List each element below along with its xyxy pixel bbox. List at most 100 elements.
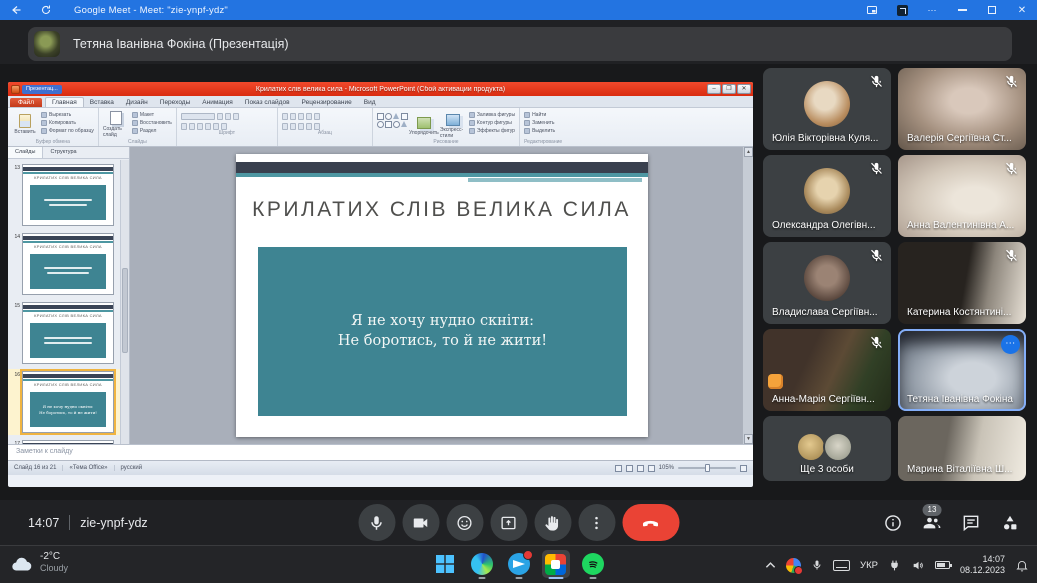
app-window-icon[interactable] xyxy=(887,0,917,20)
slide-thumbnail-14[interactable]: 14 КРИЛАТИХ СЛІВ ВЕЛИКА СИЛА xyxy=(8,231,120,297)
tile-more-button[interactable]: ⋯ xyxy=(1001,335,1020,354)
bullets-button[interactable] xyxy=(282,113,288,120)
tray-clock[interactable]: 14:07 08.12.2023 xyxy=(960,554,1005,576)
taskbar-telegram[interactable] xyxy=(505,550,533,578)
mic-button[interactable] xyxy=(358,504,395,541)
current-slide[interactable]: КРИЛАТИХ СЛІВ ВЕЛИКА СИЛА Я не хочу нудн… xyxy=(236,154,648,437)
reset-button[interactable]: Восстановить xyxy=(132,120,172,126)
camera-button[interactable] xyxy=(402,504,439,541)
reading-view-button[interactable] xyxy=(637,465,644,472)
numbering-button[interactable] xyxy=(290,113,296,120)
taskbar-meet-active[interactable] xyxy=(542,550,570,578)
slide-scrollbar[interactable]: ▲ ▼ xyxy=(742,147,753,444)
tray-plug-icon[interactable] xyxy=(888,559,901,572)
panel-tab-outline[interactable]: Структура xyxy=(43,147,83,158)
copy-button[interactable]: Копировать xyxy=(41,120,94,126)
reactions-button[interactable] xyxy=(446,504,483,541)
layout-button[interactable]: Макет xyxy=(132,112,172,118)
find-button[interactable]: Найти xyxy=(524,112,555,118)
presenter-banner[interactable]: Тетяна Іванівна Фокіна (Презентація) xyxy=(28,27,1012,61)
participant-tile[interactable]: Анна-Марія Сергіївн... xyxy=(763,329,891,411)
close-button[interactable]: ✕ xyxy=(1007,0,1037,20)
browser-menu-button[interactable]: ⋯ xyxy=(917,0,947,20)
replace-button[interactable]: Заменить xyxy=(524,120,555,126)
indent-increase-button[interactable] xyxy=(306,113,312,120)
cut-button[interactable]: Вырезать xyxy=(41,112,94,118)
line-spacing-button[interactable] xyxy=(314,113,320,120)
participant-tile[interactable]: Катерина Костянтині... xyxy=(898,242,1026,324)
ppt-restore-button[interactable]: ❐ xyxy=(722,84,736,94)
shrink-font-icon[interactable] xyxy=(233,113,239,120)
raise-hand-button[interactable] xyxy=(534,504,571,541)
shared-powerpoint-window[interactable]: Презентац... Крилатих слів велика сила -… xyxy=(8,82,753,487)
ppt-close-button[interactable]: ✕ xyxy=(737,84,751,94)
notes-pane[interactable]: Заметки к слайду xyxy=(8,444,753,460)
ppt-minimize-button[interactable]: – xyxy=(707,84,721,94)
indent-decrease-button[interactable] xyxy=(298,113,304,120)
ppt-tab-transitions[interactable]: Переходы xyxy=(154,98,197,107)
back-icon[interactable] xyxy=(10,4,22,16)
minimize-button[interactable] xyxy=(947,0,977,20)
fit-to-window-button[interactable] xyxy=(740,465,747,472)
columns-button[interactable] xyxy=(314,123,320,130)
thumbnails-scrollbar[interactable] xyxy=(120,160,129,444)
ppt-tab-view[interactable]: Вид xyxy=(358,98,382,107)
panel-tab-slides[interactable]: Слайды xyxy=(8,147,43,158)
refresh-icon[interactable] xyxy=(40,4,52,16)
pip-icon[interactable] xyxy=(857,0,887,20)
shape-outline-button[interactable]: Контур фигуры xyxy=(469,120,515,126)
participant-tile[interactable]: Юлія Вікторівна Куля... xyxy=(763,68,891,150)
shapes-gallery[interactable] xyxy=(377,110,408,139)
tray-chevron-icon[interactable] xyxy=(765,561,776,569)
ppt-tab-review[interactable]: Рецензирование xyxy=(296,98,358,107)
ppt-tab-animations[interactable]: Анимация xyxy=(196,98,239,107)
people-button[interactable]: 13 xyxy=(921,512,943,534)
shape-effects-button[interactable]: Эффекты фигур xyxy=(469,128,515,134)
tray-mic-icon[interactable] xyxy=(811,558,823,572)
font-name-control[interactable] xyxy=(181,113,215,120)
shadow-button[interactable] xyxy=(213,123,219,130)
participant-tile-presenter[interactable]: ⋯ Тетяна Іванівна Фокіна xyxy=(898,329,1026,411)
taskbar-edge[interactable] xyxy=(468,550,496,578)
align-left-button[interactable] xyxy=(282,123,288,130)
maximize-button[interactable] xyxy=(977,0,1007,20)
grow-font-icon[interactable] xyxy=(225,113,231,120)
slide-sorter-button[interactable] xyxy=(626,465,633,472)
format-painter-button[interactable]: Формат по образцу xyxy=(41,128,94,134)
underline-button[interactable] xyxy=(197,123,203,130)
slide-thumbnail-16-selected[interactable]: 16 КРИЛАТИХ СЛІВ ВЕЛИКА СИЛАЯ не хочу ну… xyxy=(8,369,120,435)
tray-battery-icon[interactable] xyxy=(935,561,950,569)
font-size-control[interactable] xyxy=(217,113,223,120)
weather-widget[interactable]: -2°C Cloudy xyxy=(10,551,68,574)
quick-styles-button[interactable]: Экспресс-стили xyxy=(440,110,466,139)
ppt-tab-insert[interactable]: Вставка xyxy=(84,98,120,107)
bold-button[interactable] xyxy=(181,123,187,130)
language-indicator[interactable]: УКР xyxy=(860,560,878,571)
align-right-button[interactable] xyxy=(298,123,304,130)
taskbar-spotify[interactable] xyxy=(579,550,607,578)
slide-thumbnail-13[interactable]: 13 КРИЛАТИХ СЛІВ ВЕЛИКА СИЛА xyxy=(8,162,120,228)
end-call-button[interactable] xyxy=(622,504,679,541)
arrange-button[interactable]: Упорядочить xyxy=(411,110,437,139)
normal-view-button[interactable] xyxy=(615,465,622,472)
present-button[interactable] xyxy=(490,504,527,541)
start-button[interactable] xyxy=(431,550,459,578)
ppt-tab-slideshow[interactable]: Показ слайдов xyxy=(239,98,296,107)
slide-editor-area[interactable]: КРИЛАТИХ СЛІВ ВЕЛИКА СИЛА Я не хочу нудн… xyxy=(130,147,753,444)
section-button[interactable]: Раздел xyxy=(132,128,172,134)
chat-button[interactable] xyxy=(960,512,982,534)
tray-volume-icon[interactable] xyxy=(911,559,925,572)
participant-tile[interactable]: Валерія Сергіївна Ст... xyxy=(898,68,1026,150)
participant-tile[interactable]: Олександра Олегівн... xyxy=(763,155,891,237)
slide-quote-box[interactable]: Я не хочу нудно скніти: Не боротись, то … xyxy=(258,247,627,415)
meeting-details-button[interactable] xyxy=(882,512,904,534)
new-slide-button[interactable]: Создать слайд xyxy=(103,110,129,139)
touch-keyboard-icon[interactable] xyxy=(833,560,850,571)
paste-button[interactable]: Вставить xyxy=(12,110,38,139)
justify-button[interactable] xyxy=(306,123,312,130)
font-color-button[interactable] xyxy=(221,123,227,130)
ppt-tab-design[interactable]: Дизайн xyxy=(120,98,154,107)
zoom-slider[interactable] xyxy=(678,467,736,469)
align-center-button[interactable] xyxy=(290,123,296,130)
notifications-bell-icon[interactable] xyxy=(1015,558,1029,573)
